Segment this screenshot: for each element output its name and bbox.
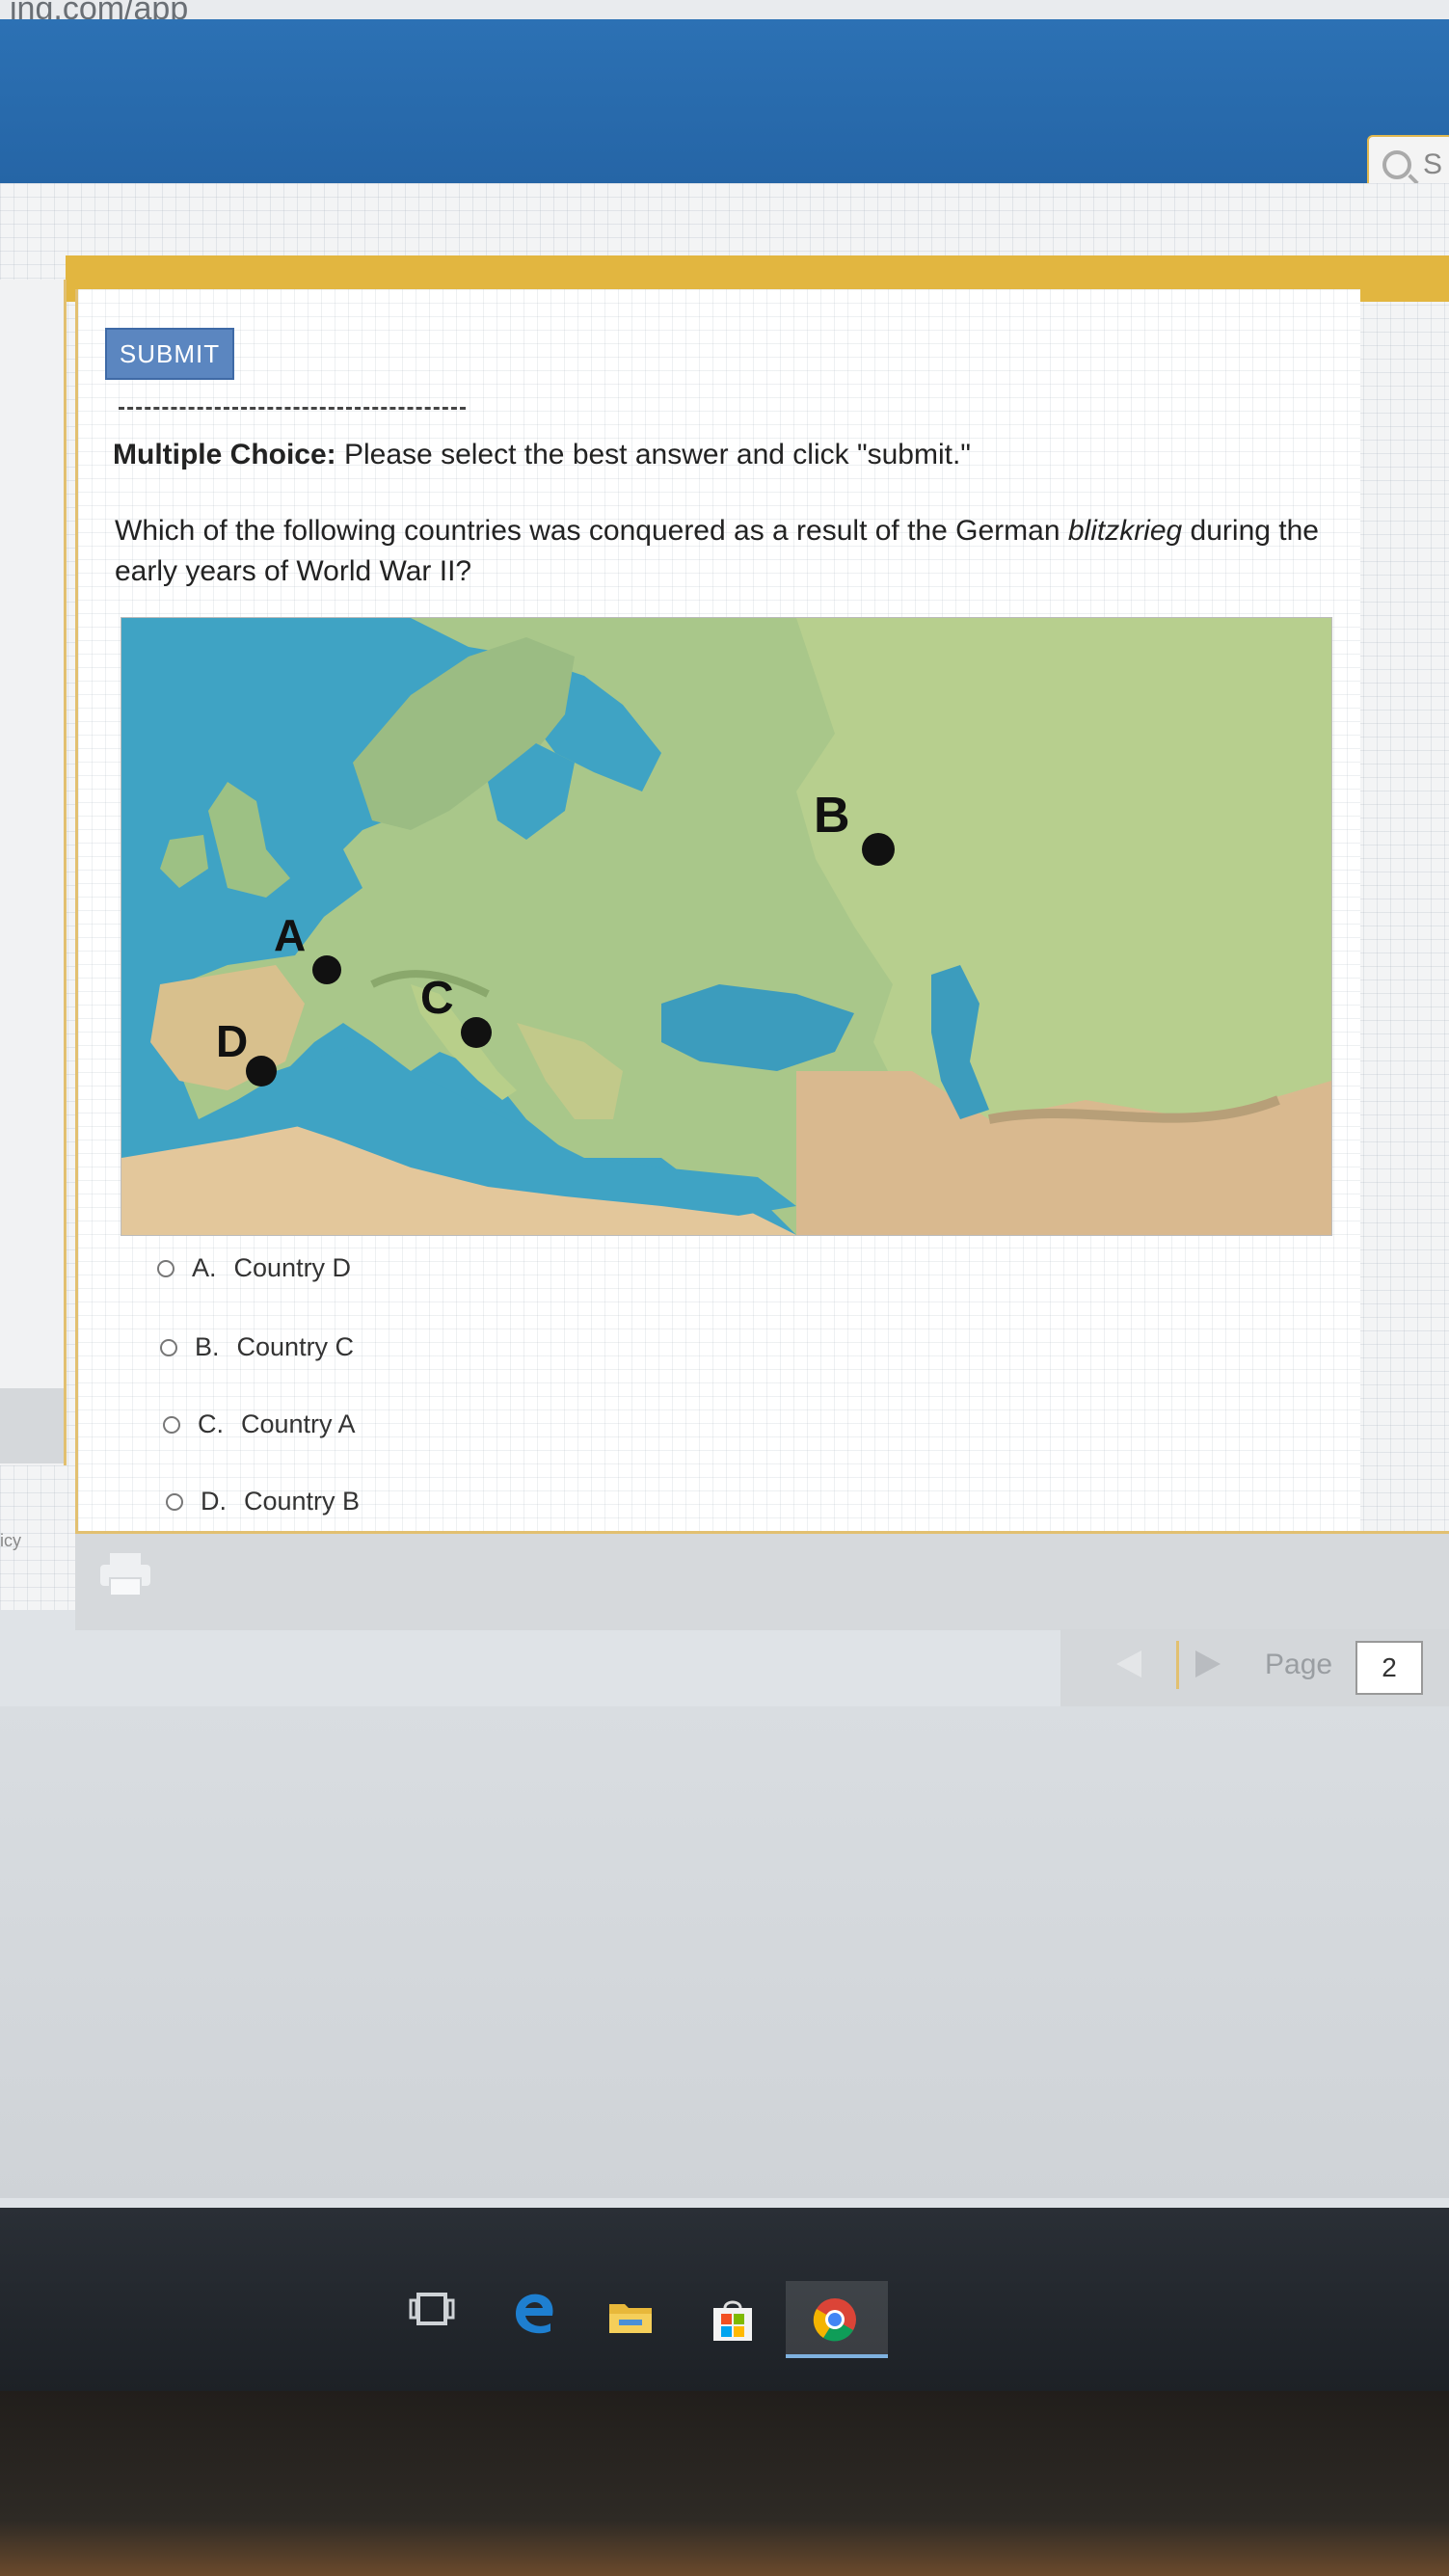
search-icon xyxy=(1382,150,1411,179)
task-view-icon[interactable] xyxy=(407,2285,457,2335)
answer-text: Country A xyxy=(241,1409,356,1438)
answer-option-a[interactable]: A. Country D xyxy=(157,1253,351,1283)
radio-c[interactable] xyxy=(163,1415,180,1434)
answer-text: Country C xyxy=(236,1332,355,1361)
marker-b-label: B xyxy=(814,788,850,844)
answer-letter: A. xyxy=(192,1253,217,1282)
app-header: S xyxy=(0,19,1449,195)
page-number-input[interactable]: 2 xyxy=(1355,1641,1423,1695)
chrome-icon[interactable] xyxy=(810,2294,860,2345)
url-text: ing.com/app xyxy=(10,0,189,21)
pagination-bar: Page 2 xyxy=(1060,1629,1449,1709)
print-icon[interactable] xyxy=(98,1551,152,1597)
map-image: A B C D xyxy=(121,618,1331,1235)
radio-a[interactable] xyxy=(157,1259,174,1277)
question-emphasis: blitzkrieg xyxy=(1067,515,1183,547)
file-explorer-icon[interactable] xyxy=(605,2291,656,2341)
search-placeholder: S xyxy=(1423,148,1443,180)
monitor-bezel xyxy=(0,2391,1449,2576)
question-text: Which of the following countries was con… xyxy=(115,511,1349,592)
answer-option-c[interactable]: C. Country A xyxy=(163,1409,356,1439)
sidebar-link[interactable]: icy xyxy=(0,1531,21,1551)
instructions: Multiple Choice: Please select the best … xyxy=(113,439,1318,471)
answer-option-d[interactable]: D. Country B xyxy=(166,1487,360,1516)
url-bar[interactable]: ing.com/app xyxy=(0,0,1449,21)
europe-map: A B C D xyxy=(121,617,1332,1236)
page-label: Page xyxy=(1265,1649,1333,1680)
left-sidebar xyxy=(0,280,67,1465)
marker-d-label: D xyxy=(216,1016,248,1066)
monitor-screen: ing.com/app S icy SUBMIT Multiple Choice… xyxy=(0,0,1449,2391)
answer-letter: D. xyxy=(201,1487,227,1516)
radio-d[interactable] xyxy=(166,1492,183,1511)
answer-option-b[interactable]: B. Country C xyxy=(160,1332,354,1362)
radio-b[interactable] xyxy=(160,1338,177,1356)
answer-text: Country D xyxy=(233,1253,352,1282)
answer-text: Country B xyxy=(244,1487,361,1516)
store-icon[interactable] xyxy=(708,2294,758,2345)
submit-button[interactable]: SUBMIT xyxy=(105,328,234,380)
next-arrow-icon[interactable] xyxy=(1195,1650,1221,1677)
divider xyxy=(119,407,466,410)
nav-separator xyxy=(1176,1641,1179,1689)
marker-a-label: A xyxy=(274,910,306,960)
page-blank-area xyxy=(0,1706,1449,2198)
sidebar-tab[interactable] xyxy=(0,1388,64,1463)
question-card: SUBMIT Multiple Choice: Please select th… xyxy=(75,289,1360,1620)
card-footer xyxy=(75,1531,1449,1630)
taskbar xyxy=(0,2208,1449,2391)
answer-letter: C. xyxy=(198,1409,224,1438)
edge-icon[interactable] xyxy=(508,2287,558,2337)
instructions-text: Please select the best answer and click … xyxy=(335,439,971,470)
prev-arrow-icon[interactable] xyxy=(1116,1650,1141,1677)
marker-c-label: C xyxy=(420,973,454,1024)
instructions-label: Multiple Choice: xyxy=(113,439,336,470)
answer-letter: B. xyxy=(195,1332,220,1361)
question-part-1: Which of the following countries was con… xyxy=(115,515,1068,547)
